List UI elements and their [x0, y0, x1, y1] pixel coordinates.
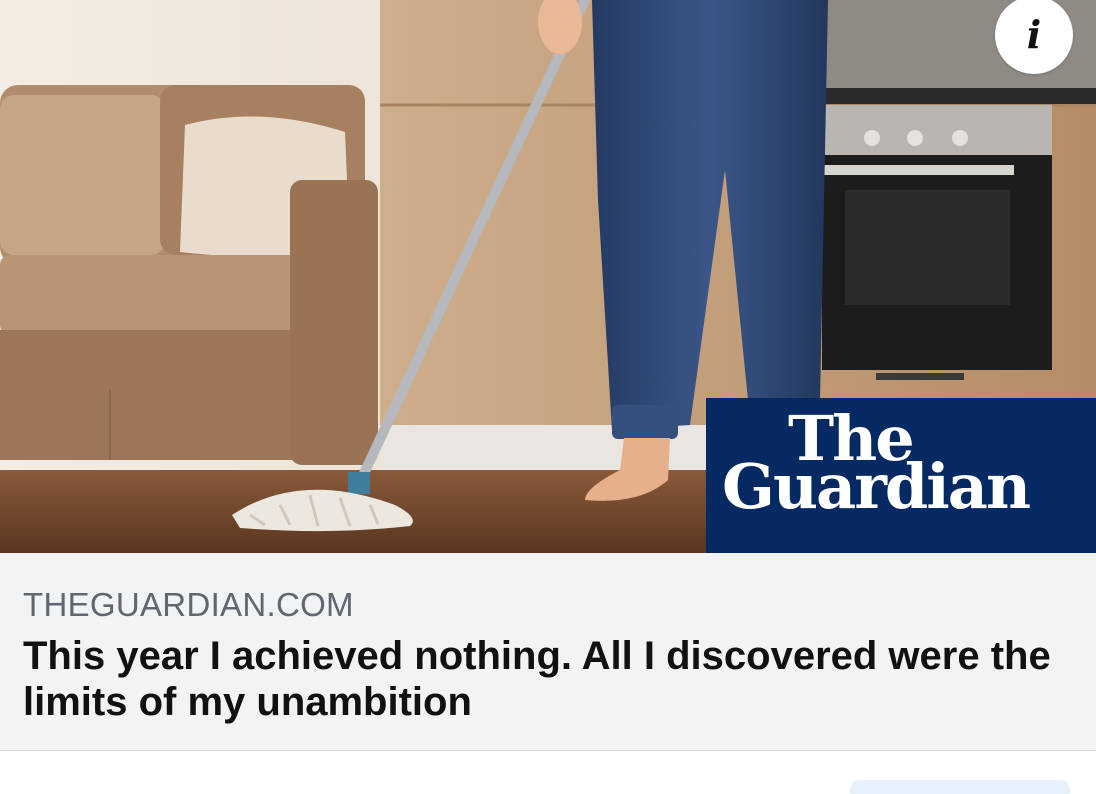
article-headline: This year I achieved nothing. All I disc… [23, 634, 1051, 724]
link-meta[interactable]: THEGUARDIAN.COM This year I achieved not… [0, 553, 1096, 751]
info-icon: i [1026, 12, 1042, 57]
logo-text-line2: Guardian [722, 450, 1031, 523]
link-preview-card: i The Guardian THEGUARDIAN.COM This year… [0, 0, 1096, 794]
action-button-partial[interactable] [850, 780, 1070, 794]
guardian-logo: The Guardian [706, 398, 1096, 553]
article-hero-image[interactable]: i The Guardian [0, 0, 1096, 553]
link-domain: THEGUARDIAN.COM [23, 586, 354, 623]
